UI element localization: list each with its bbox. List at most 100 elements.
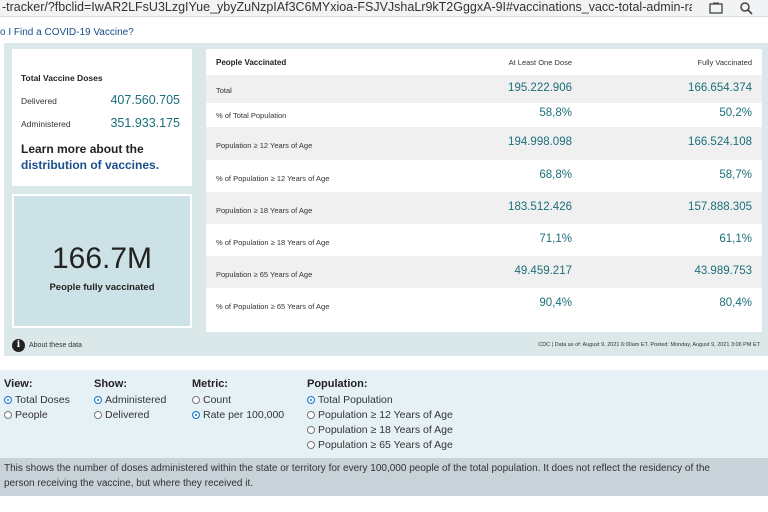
about-data-link[interactable]: i About these data — [12, 338, 82, 352]
option-label: People — [15, 408, 48, 421]
option-label: Population ≥ 12 Years of Age — [318, 408, 453, 421]
administered-label: Administered — [21, 119, 71, 129]
show-option-delivered[interactable]: Delivered — [94, 407, 166, 422]
table-row: Population ≥ 65 Years of Age 49.459.217 … — [206, 256, 762, 288]
row-one-dose: 58,8% — [539, 107, 572, 119]
row-label: % of Population ≥ 12 Years of Age — [216, 174, 330, 183]
show-option-administered[interactable]: Administered — [94, 392, 166, 407]
row-fully: 50,2% — [719, 107, 752, 119]
view-group: View: Total Doses People — [4, 378, 70, 422]
option-label: Population ≥ 18 Years of Age — [318, 423, 453, 436]
row-one-dose: 71,1% — [539, 233, 572, 245]
row-one-dose: 183.512.426 — [508, 201, 572, 213]
learn-more-prefix: Learn more about the — [21, 142, 144, 156]
url-text[interactable]: -tracker/?fbclid=IwAR2LFsU3LzgIYue_ybyZu… — [2, 0, 692, 17]
fully-vaccinated-total: 166.7M — [51, 242, 153, 275]
row-label: Population ≥ 18 Years of Age — [216, 206, 313, 215]
metric-option-rate[interactable]: Rate per 100,000 — [192, 407, 284, 422]
radio-selected-icon[interactable] — [94, 395, 102, 404]
administered-value: 351.933.175 — [110, 116, 180, 130]
row-label: Total — [216, 86, 232, 95]
header-fully-vaccinated: Fully Vaccinated — [697, 58, 752, 67]
row-label: % of Total Population — [216, 111, 287, 120]
option-label: Delivered — [105, 408, 150, 421]
table-row: Population ≥ 18 Years of Age 183.512.426… — [206, 192, 762, 224]
population-option-12plus[interactable]: Population ≥ 12 Years of Age — [307, 407, 453, 422]
show-title: Show: — [94, 378, 127, 390]
row-fully: 157.888.305 — [688, 201, 752, 213]
radio-selected-icon[interactable] — [192, 410, 200, 419]
data-source-note: CDC | Data as of: August 9, 2021 6:00am … — [538, 342, 760, 348]
table-row: % of Population ≥ 18 Years of Age 71,1% … — [206, 224, 762, 256]
row-label: % of Population ≥ 18 Years of Age — [216, 238, 330, 247]
description-line-1: This shows the number of doses administe… — [4, 463, 710, 474]
metric-title: Metric: — [192, 378, 229, 390]
radio-icon[interactable] — [307, 425, 315, 434]
row-fully: 166.524.108 — [688, 136, 752, 148]
table-header: People Vaccinated At Least One Dose Full… — [206, 49, 762, 75]
radio-selected-icon[interactable] — [307, 395, 315, 404]
population-group: Population: Total Population Population … — [307, 378, 453, 452]
metric-description: This shows the number of doses administe… — [0, 458, 768, 496]
vaccine-dashboard-panel: Total Vaccine Doses Delivered 407.560.70… — [4, 43, 768, 356]
metric-group: Metric: Count Rate per 100,000 — [192, 378, 284, 422]
total-doses-card: Total Vaccine Doses Delivered 407.560.70… — [12, 49, 192, 186]
breadcrumb-link[interactable]: o I Find a COVID-19 Vaccine? — [0, 27, 134, 38]
description-line-2: person receiving the vaccine, but where … — [4, 478, 254, 489]
info-icon[interactable]: i — [12, 338, 25, 352]
fully-vaccinated-label: People fully vaccinated — [49, 282, 155, 293]
row-one-dose: 49.459.217 — [514, 265, 572, 277]
screenshot-icon[interactable] — [706, 0, 726, 16]
row-one-dose: 90,4% — [539, 297, 572, 309]
radio-icon[interactable] — [94, 410, 102, 419]
row-one-dose: 68,8% — [539, 169, 572, 181]
people-fully-vaccinated-card: 166.7M People fully vaccinated — [12, 194, 192, 328]
population-option-total[interactable]: Total Population — [307, 392, 453, 407]
population-title: Population: — [307, 378, 368, 390]
row-one-dose: 194.998.098 — [508, 136, 572, 148]
radio-icon[interactable] — [192, 395, 200, 404]
row-label: Population ≥ 65 Years of Age — [216, 270, 313, 279]
delivered-label: Delivered — [21, 96, 57, 106]
table-row: Total 195.222.906 166.654.374 — [206, 75, 762, 103]
option-label: Count — [203, 393, 232, 406]
row-fully: 61,1% — [719, 233, 752, 245]
table-row: % of Population ≥ 65 Years of Age 90,4% … — [206, 288, 762, 320]
option-label: Administered — [105, 393, 167, 406]
population-option-18plus[interactable]: Population ≥ 18 Years of Age — [307, 422, 453, 437]
population-option-65plus[interactable]: Population ≥ 65 Years of Age — [307, 437, 453, 452]
people-vaccinated-table: People Vaccinated At Least One Dose Full… — [206, 49, 762, 332]
view-option-people[interactable]: People — [4, 407, 70, 422]
search-icon[interactable] — [736, 0, 756, 16]
filter-controls: View: Total Doses People Show: Administe… — [0, 370, 768, 458]
browser-address-bar: -tracker/?fbclid=IwAR2LFsU3LzgIYue_ybyZu… — [0, 0, 768, 17]
radio-icon[interactable] — [307, 440, 315, 449]
total-doses-title: Total Vaccine Doses — [21, 73, 103, 83]
row-fully: 166.654.374 — [688, 82, 752, 94]
table-row: % of Total Population 58,8% 50,2% — [206, 103, 762, 127]
radio-icon[interactable] — [4, 410, 12, 419]
header-at-least-one-dose: At Least One Dose — [508, 58, 572, 67]
radio-icon[interactable] — [307, 410, 315, 419]
show-group: Show: Administered Delivered — [94, 378, 166, 422]
option-label: Population ≥ 65 Years of Age — [318, 438, 453, 451]
metric-option-count[interactable]: Count — [192, 392, 284, 407]
radio-selected-icon[interactable] — [4, 395, 12, 404]
option-label: Total Doses — [15, 393, 70, 406]
table-row: % of Population ≥ 12 Years of Age 68,8% … — [206, 160, 762, 192]
header-people-vaccinated: People Vaccinated — [216, 58, 287, 67]
row-label: Population ≥ 12 Years of Age — [216, 141, 313, 150]
view-option-total-doses[interactable]: Total Doses — [4, 392, 70, 407]
distribution-link[interactable]: distribution of vaccines. — [21, 158, 159, 172]
delivered-value: 407.560.705 — [110, 93, 180, 107]
row-one-dose: 195.222.906 — [508, 82, 572, 94]
option-label: Rate per 100,000 — [203, 408, 285, 421]
row-fully: 43.989.753 — [694, 265, 752, 277]
row-fully: 58,7% — [719, 169, 752, 181]
row-fully: 80,4% — [719, 297, 752, 309]
row-label: % of Population ≥ 65 Years of Age — [216, 302, 330, 311]
table-row: Population ≥ 12 Years of Age 194.998.098… — [206, 127, 762, 160]
view-title: View: — [4, 378, 33, 390]
option-label: Total Population — [318, 393, 393, 406]
about-data-label[interactable]: About these data — [29, 342, 82, 349]
